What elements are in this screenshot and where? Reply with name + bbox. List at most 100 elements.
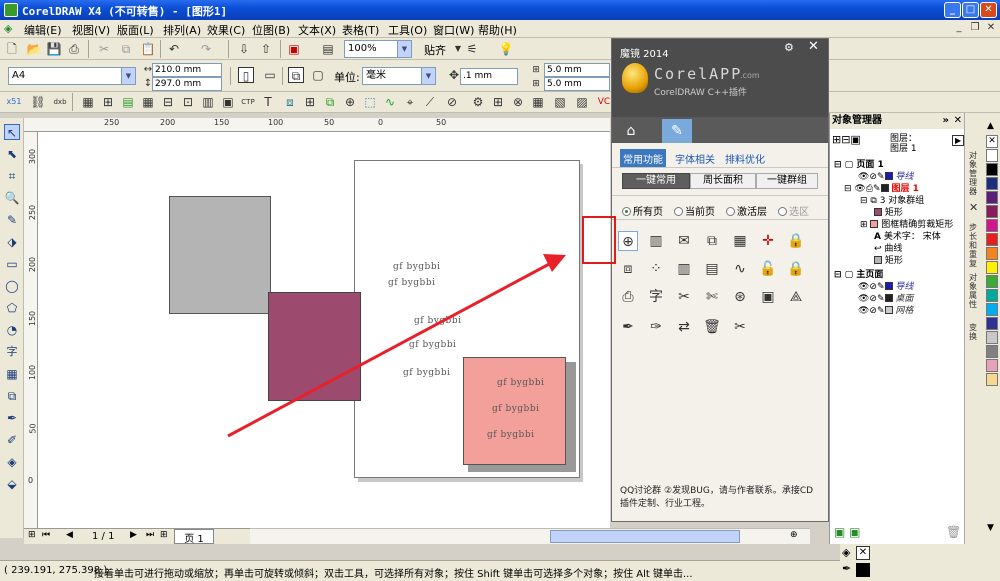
tools-tab-icon[interactable]: ✎	[662, 119, 692, 143]
dots-grid-icon[interactable]: ⁘	[646, 259, 666, 279]
page-width-input[interactable]: 210.0 mm	[152, 63, 222, 77]
current-page-button[interactable]: ▢	[310, 67, 326, 83]
radio-active-layer[interactable]: 激活层	[726, 203, 767, 218]
color-bars-icon[interactable]: ▤	[702, 259, 722, 279]
docker-close-icon[interactable]: ✕	[969, 202, 979, 213]
rectangle-tool-icon[interactable]: ▭	[4, 256, 20, 272]
crop-tool-icon[interactable]: ⌗	[4, 168, 20, 184]
interactive-fill-tool-icon[interactable]: ⬙	[4, 476, 20, 492]
docker-tab-object-manager[interactable]: 对象管理器	[969, 151, 979, 196]
palette-swatch[interactable]	[986, 177, 998, 190]
grid-icon[interactable]: ▦	[80, 94, 96, 110]
barcode-icon[interactable]: ▥	[646, 231, 666, 251]
barcode-icon[interactable]: ▥	[200, 94, 216, 110]
palette-swatch[interactable]	[986, 247, 998, 260]
tree-grid[interactable]: 👁⊘✎ 网格	[858, 303, 913, 316]
palette-swatch[interactable]	[986, 317, 998, 330]
wave-curve-icon[interactable]: ∿	[730, 259, 750, 279]
palette-swatch[interactable]	[986, 261, 998, 274]
calendar-icon[interactable]: ▦	[730, 231, 750, 251]
doc-restore-button[interactable]: ❐	[968, 22, 982, 35]
new-file-icon[interactable]: 🗋	[4, 41, 20, 57]
first-page-icon[interactable]: ⏮	[42, 530, 50, 540]
align-icon[interactable]: ⊞	[100, 94, 116, 110]
prev-page-icon[interactable]: ◀	[66, 530, 73, 540]
palette-swatch[interactable]	[986, 163, 998, 176]
docker-tab-step-repeat[interactable]: 步长和重复	[969, 223, 979, 268]
bitmap-icon[interactable]: ⧈	[618, 259, 638, 279]
radio-current-page[interactable]: 当前页	[674, 203, 715, 218]
subtab-common[interactable]: 常用功能	[620, 149, 666, 168]
perimeter-area-button[interactable]: 周长面积	[690, 173, 756, 189]
pattern-icon[interactable]: ⛓	[30, 94, 46, 110]
import-icon[interactable]: ⇩	[236, 41, 252, 57]
delete-layer-icon[interactable]: 🗑	[946, 525, 961, 539]
x51-icon[interactable]: x51	[6, 94, 22, 110]
palette-icon[interactable]: ▣	[758, 287, 778, 307]
node-icon[interactable]: ⌖	[402, 94, 418, 110]
page-tab[interactable]: 页 1	[174, 529, 214, 545]
menu-table[interactable]: 表格(T)	[342, 22, 379, 38]
one-key-group-button[interactable]: 一键群组	[756, 173, 818, 189]
scissor-on-icon[interactable]: ✂	[674, 287, 694, 307]
scale-icon[interactable]: ⊘	[444, 94, 460, 110]
shape-tool-icon[interactable]: ⬉	[4, 146, 20, 162]
options-icon[interactable]: ⚟	[464, 41, 480, 57]
all-pages-button[interactable]: ⧉	[288, 67, 304, 83]
home-tab-icon[interactable]: ⌂	[616, 119, 646, 143]
horizontal-scrollbar[interactable]: ⊕	[250, 528, 810, 544]
paste-icon[interactable]: 📋	[140, 41, 156, 57]
open-icon[interactable]: 📂	[26, 41, 42, 57]
one-key-common-button[interactable]: 一键常用	[622, 173, 690, 189]
eyedropper-tool-icon[interactable]: ✒	[4, 410, 20, 426]
radio-selection[interactable]: 选区	[778, 203, 809, 218]
palette-swatch[interactable]	[986, 219, 998, 232]
group-icon[interactable]: ⬚	[362, 94, 378, 110]
radio-all-pages[interactable]: 所有页	[622, 203, 663, 218]
text-tool-icon[interactable]: 字	[4, 344, 20, 360]
printer-icon[interactable]: ⎙	[618, 287, 638, 307]
subtab-layout[interactable]: 排料优化	[722, 149, 768, 168]
frame-icon[interactable]: ▣	[220, 94, 236, 110]
arrange-icon[interactable]: ⊞	[490, 94, 506, 110]
paper-size-combo[interactable]: A4 ▼	[8, 67, 136, 85]
drawing-canvas[interactable]: gf bygbbi gf bygbbi gf bygbbi gf bygbbi …	[38, 132, 610, 528]
register-mark-icon[interactable]: ⊕	[618, 231, 638, 251]
welcome-screen-icon[interactable]: ▤	[320, 41, 336, 57]
copy-icon[interactable]: ⧉	[118, 41, 134, 57]
crop-icon[interactable]: ⊡	[180, 94, 196, 110]
layers-icon[interactable]: ▤	[120, 94, 136, 110]
palette-swatch[interactable]	[986, 275, 998, 288]
smart-fill-tool-icon[interactable]: ⬗	[4, 234, 20, 250]
new-layer-icon[interactable]: ▣ ▣	[834, 525, 861, 539]
palette-scroll-down-icon[interactable]: ▼	[987, 523, 994, 533]
landscape-button[interactable]: ▭	[262, 67, 278, 83]
application-launcher-icon[interactable]: ▣	[286, 41, 302, 57]
doc-minimize-button[interactable]: _	[952, 22, 966, 35]
cut-line-icon[interactable]: ✂	[730, 317, 750, 337]
polygon-tool-icon[interactable]: ⬠	[4, 300, 20, 316]
circle-nodes-icon[interactable]: ⊛	[730, 287, 750, 307]
docker-tab-transform[interactable]: 变换	[969, 323, 979, 341]
tree-icon[interactable]: ⧉	[322, 94, 338, 110]
palette-swatch[interactable]	[986, 149, 998, 162]
menu-arrange[interactable]: 排列(A)	[163, 22, 201, 38]
fill-tool-icon[interactable]: ◈	[4, 454, 20, 470]
redo-icon[interactable]: ↷	[198, 41, 214, 57]
menu-tools[interactable]: 工具(O)	[388, 22, 427, 38]
envelope-icon[interactable]: ✉	[674, 231, 694, 251]
table2-icon[interactable]: ⊞	[302, 94, 318, 110]
close-button[interactable]: ✕	[980, 2, 997, 18]
line-icon[interactable]: ⟋	[422, 94, 438, 110]
menu-bitmaps[interactable]: 位图(B)	[252, 22, 290, 38]
gear-icon[interactable]: ⚙	[470, 94, 486, 110]
palette-swatch[interactable]	[986, 373, 998, 386]
outline-pen-icon[interactable]: ✒	[842, 562, 851, 575]
ctp-icon[interactable]: CTP	[240, 94, 256, 110]
cut-icon[interactable]: ✂	[96, 41, 112, 57]
eyedropper-outline-icon[interactable]: ✑	[646, 317, 666, 337]
plugin-close-icon[interactable]: ✕	[808, 39, 819, 54]
zoom-nav-icon[interactable]: ⊕	[790, 530, 798, 540]
transform-icon[interactable]: ⇄	[674, 317, 694, 337]
interactive-blend-tool-icon[interactable]: ⧉	[4, 388, 20, 404]
